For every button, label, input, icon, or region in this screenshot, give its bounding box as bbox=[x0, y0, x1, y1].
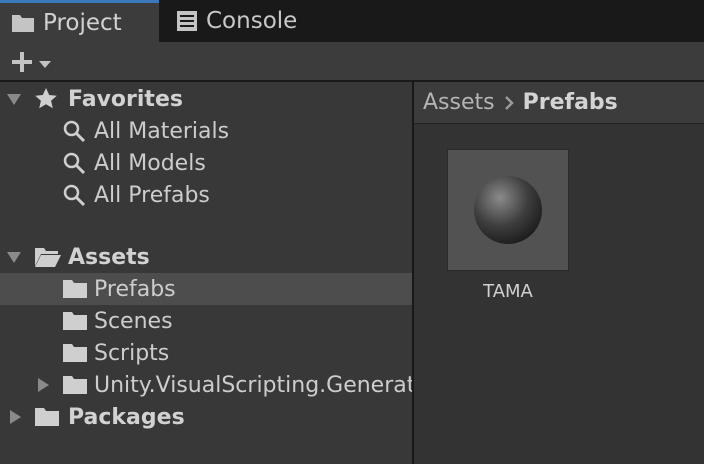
chevron-down-icon bbox=[38, 59, 52, 69]
create-dropdown-button[interactable] bbox=[10, 50, 52, 78]
tree-item-scenes[interactable]: Scenes bbox=[0, 305, 412, 337]
tree-item-label: All Materials bbox=[94, 118, 230, 144]
console-icon bbox=[176, 10, 198, 32]
tree-item-label: Assets bbox=[68, 244, 150, 270]
sphere-preview-icon bbox=[474, 176, 542, 244]
tree-item-label: All Models bbox=[94, 150, 206, 176]
tree-item-label: Prefabs bbox=[94, 276, 176, 302]
tree-item-favorites[interactable]: Favorites bbox=[0, 83, 412, 115]
tree-item-packages[interactable]: Packages bbox=[0, 401, 412, 433]
tab-project[interactable]: Project bbox=[0, 0, 159, 42]
tree-item-label: Packages bbox=[68, 404, 185, 430]
breadcrumb-assets[interactable]: Assets bbox=[423, 90, 495, 115]
tree-item-all-materials[interactable]: All Materials bbox=[0, 115, 412, 147]
asset-item[interactable]: TAMA bbox=[447, 149, 569, 302]
tree-item-all-prefabs[interactable]: All Prefabs bbox=[0, 179, 412, 211]
folder-tree: Favorites All Materials All Models All P… bbox=[0, 82, 412, 464]
folder-open-icon bbox=[34, 246, 62, 268]
tree-item-scripts[interactable]: Scripts bbox=[0, 337, 412, 369]
breadcrumb-prefabs[interactable]: Prefabs bbox=[523, 90, 618, 115]
tab-label: Project bbox=[43, 9, 122, 36]
asset-grid: TAMA bbox=[414, 124, 704, 464]
tab-label: Console bbox=[206, 8, 298, 34]
search-icon bbox=[62, 119, 86, 143]
folder-icon bbox=[62, 310, 88, 332]
star-icon bbox=[34, 87, 58, 111]
tree-item-label: Favorites bbox=[68, 86, 183, 112]
breadcrumb: Assets Prefabs bbox=[414, 82, 704, 124]
plus-icon bbox=[10, 50, 34, 78]
tab-console[interactable]: Console bbox=[176, 0, 297, 42]
tree-item-prefabs[interactable]: Prefabs bbox=[0, 273, 412, 305]
asset-label: TAMA bbox=[483, 281, 533, 302]
tree-item-label: Scenes bbox=[94, 308, 173, 334]
tree-item-all-models[interactable]: All Models bbox=[0, 147, 412, 179]
search-icon bbox=[62, 151, 86, 175]
expand-arrow-icon[interactable] bbox=[6, 250, 22, 264]
folder-icon bbox=[11, 13, 35, 33]
folder-icon bbox=[62, 374, 88, 396]
expand-arrow-icon[interactable] bbox=[6, 92, 22, 106]
tree-item-label: Scripts bbox=[94, 340, 170, 366]
folder-icon bbox=[34, 406, 60, 428]
collapsed-arrow-icon[interactable] bbox=[8, 409, 22, 425]
folder-icon bbox=[62, 278, 88, 300]
tree-item-assets[interactable]: Assets bbox=[0, 241, 412, 273]
chevron-right-icon bbox=[504, 95, 514, 111]
asset-thumbnail[interactable] bbox=[447, 149, 569, 271]
search-icon bbox=[62, 183, 86, 207]
project-toolbar bbox=[0, 42, 704, 82]
tab-bar: Project Console bbox=[0, 0, 704, 42]
tree-item-label: All Prefabs bbox=[94, 182, 210, 208]
tree-item-label: Unity.VisualScripting.Generated bbox=[94, 372, 412, 398]
tree-item-visualscripting-generated[interactable]: Unity.VisualScripting.Generated bbox=[0, 369, 412, 401]
folder-icon bbox=[62, 342, 88, 364]
collapsed-arrow-icon[interactable] bbox=[36, 377, 50, 393]
